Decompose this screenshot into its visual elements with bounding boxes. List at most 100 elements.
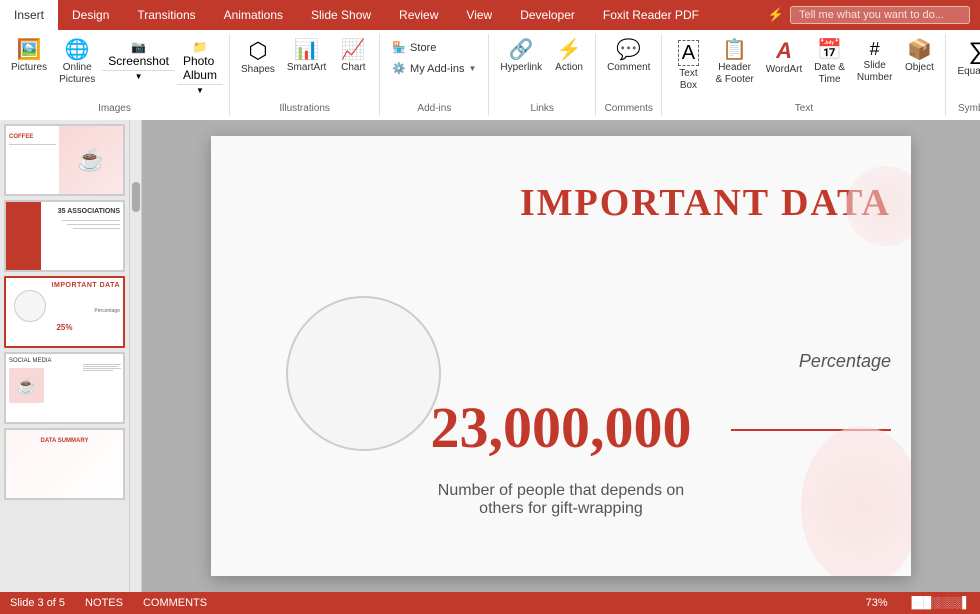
slide-4-content: SOCIAL MEDIA ☕ bbox=[6, 354, 123, 422]
equation-button[interactable]: ∑ Equation bbox=[952, 38, 980, 80]
subtitle-line1: Number of people that depends on bbox=[438, 482, 684, 499]
equation-label: Equation bbox=[957, 66, 980, 78]
addin-vertical-items: 🏪 Store ⚙️ My Add-ins ▼ bbox=[386, 38, 482, 78]
textbox-label: TextBox bbox=[679, 68, 697, 92]
slide-title[interactable]: IMPORTANT DATA bbox=[520, 181, 891, 225]
photo-album-arrow: ▼ bbox=[196, 86, 204, 95]
links-items: 🔗 Hyperlink ⚡ Action bbox=[495, 34, 589, 101]
my-addins-label: My Add-ins bbox=[410, 63, 464, 75]
slide-info: Slide 3 of 5 bbox=[10, 597, 65, 609]
textbox-icon: A bbox=[678, 40, 699, 66]
slide-number-button[interactable]: # SlideNumber bbox=[852, 38, 898, 86]
text-items: A TextBox 📋 Header& Footer A WordArt 📅 D… bbox=[668, 34, 939, 101]
tab-review[interactable]: Review bbox=[385, 0, 452, 30]
ribbon-group-images: 🖼️ Pictures 🌐 OnlinePictures 📷 Screensho… bbox=[0, 34, 230, 116]
my-addins-button[interactable]: ⚙️ My Add-ins ▼ bbox=[386, 59, 482, 78]
links-group-label: Links bbox=[531, 101, 554, 116]
screenshot-dropdown[interactable]: ▼ bbox=[102, 70, 175, 82]
header-footer-label: Header& Footer bbox=[715, 62, 753, 86]
header-footer-button[interactable]: 📋 Header& Footer bbox=[710, 38, 758, 88]
slide-thumb-1[interactable]: 1 ☕ COFFEE bbox=[4, 124, 125, 196]
tab-design[interactable]: Design bbox=[58, 0, 123, 30]
store-icon: 🏪 bbox=[392, 41, 406, 54]
text-group-label: Text bbox=[795, 101, 813, 116]
online-pictures-button[interactable]: 🌐 OnlinePictures bbox=[54, 38, 100, 88]
header-footer-icon: 📋 bbox=[722, 40, 747, 60]
my-addins-arrow: ▼ bbox=[468, 64, 476, 73]
shapes-button[interactable]: ⬡ Shapes bbox=[236, 38, 280, 78]
slide-thumb-5[interactable]: 5 DATA SUMMARY bbox=[4, 428, 125, 500]
slide-thumb-4[interactable]: 4 SOCIAL MEDIA ☕ bbox=[4, 352, 125, 424]
comments-items: 💬 Comment bbox=[602, 34, 655, 101]
ribbon-group-links: 🔗 Hyperlink ⚡ Action Links bbox=[489, 34, 596, 116]
search-input[interactable] bbox=[790, 6, 970, 24]
addins-items: 🏪 Store ⚙️ My Add-ins ▼ bbox=[386, 34, 482, 101]
slide-percentage[interactable]: Percentage bbox=[799, 351, 891, 372]
equation-icon: ∑ bbox=[969, 40, 980, 64]
my-addins-icon: ⚙️ bbox=[392, 62, 406, 75]
slide-panel-scrollbar[interactable] bbox=[130, 120, 142, 592]
comment-icon: 💬 bbox=[616, 40, 641, 60]
slide-number-label: SlideNumber bbox=[857, 60, 893, 84]
action-icon: ⚡ bbox=[557, 40, 582, 60]
slide-panel[interactable]: 1 ☕ COFFEE 2 35 ASSOCIATIONS ⬤ 3 IMP bbox=[0, 120, 130, 592]
ribbon-group-symbols: ∑ Equation Symbols bbox=[946, 34, 980, 116]
photo-album-icon: 📁 bbox=[192, 40, 207, 54]
chart-button[interactable]: 📈 Chart bbox=[333, 38, 373, 76]
slide-big-number[interactable]: 23,000,000 bbox=[211, 394, 911, 461]
tab-transitions[interactable]: Transitions bbox=[123, 0, 209, 30]
screenshot-icon: 📷 bbox=[131, 40, 146, 54]
tab-animations[interactable]: Animations bbox=[210, 0, 297, 30]
ribbon-group-text: A TextBox 📋 Header& Footer A WordArt 📅 D… bbox=[662, 34, 946, 116]
lightning-icon: ⚡ bbox=[768, 7, 784, 23]
pictures-button[interactable]: 🖼️ Pictures bbox=[6, 38, 52, 76]
smartart-icon: 📊 bbox=[294, 40, 319, 60]
tab-foxit[interactable]: Foxit Reader PDF bbox=[589, 0, 713, 30]
chart-icon: 📈 bbox=[341, 40, 366, 60]
photo-album-button[interactable]: 📁 PhotoAlbum ▼ bbox=[177, 38, 223, 96]
comment-button[interactable]: 💬 Comment bbox=[602, 38, 655, 76]
tab-view[interactable]: View bbox=[452, 0, 506, 30]
wordart-button[interactable]: A WordArt bbox=[761, 38, 808, 78]
slide-thumb-2[interactable]: 2 35 ASSOCIATIONS ⬤ bbox=[4, 200, 125, 272]
action-button[interactable]: ⚡ Action bbox=[549, 38, 589, 76]
scrollbar-thumb[interactable] bbox=[132, 182, 140, 212]
smartart-label: SmartArt bbox=[287, 62, 326, 74]
subtitle-line2: others for gift-wrapping bbox=[479, 500, 643, 517]
comments-button[interactable]: COMMENTS bbox=[143, 597, 207, 609]
smartart-button[interactable]: 📊 SmartArt bbox=[282, 38, 331, 76]
notes-button[interactable]: NOTES bbox=[85, 597, 123, 609]
main-area: 1 ☕ COFFEE 2 35 ASSOCIATIONS ⬤ 3 IMP bbox=[0, 120, 980, 592]
status-bar: Slide 3 of 5 NOTES COMMENTS 73% ▐██░░░░▌ bbox=[0, 592, 980, 614]
object-icon: 📦 bbox=[907, 40, 932, 60]
thumb2-bar bbox=[6, 202, 41, 270]
comments-group-label: Comments bbox=[605, 101, 653, 116]
images-group-label: Images bbox=[98, 101, 131, 116]
slide-3-content: IMPORTANT DATA 25% Percentage bbox=[6, 278, 123, 346]
comment-label: Comment bbox=[607, 62, 650, 74]
pictures-label: Pictures bbox=[11, 62, 47, 74]
textbox-button[interactable]: A TextBox bbox=[668, 38, 708, 94]
date-time-button[interactable]: 📅 Date &Time bbox=[809, 38, 850, 88]
zoom-level: 73% bbox=[866, 597, 888, 609]
hyperlink-label: Hyperlink bbox=[500, 62, 542, 74]
symbols-group-label: Symbols bbox=[958, 101, 980, 116]
screenshot-button[interactable]: 📷 Screenshot ▼ bbox=[102, 38, 175, 82]
illustrations-items: ⬡ Shapes 📊 SmartArt 📈 Chart bbox=[236, 34, 373, 101]
slide-number-icon: # bbox=[870, 40, 880, 58]
images-items: 🖼️ Pictures 🌐 OnlinePictures 📷 Screensho… bbox=[6, 34, 223, 101]
slide-canvas[interactable]: IMPORTANT DATA Percentage 23,000,000 Num… bbox=[211, 136, 911, 576]
shapes-icon: ⬡ bbox=[248, 40, 267, 62]
slide-thumb-3[interactable]: 3 IMPORTANT DATA 25% Percentage bbox=[4, 276, 125, 348]
tab-slideshow[interactable]: Slide Show bbox=[297, 0, 385, 30]
date-time-icon: 📅 bbox=[817, 40, 842, 60]
photo-album-dropdown[interactable]: ▼ bbox=[177, 84, 223, 96]
photo-album-top: 📁 PhotoAlbum bbox=[177, 38, 223, 84]
hyperlink-button[interactable]: 🔗 Hyperlink bbox=[495, 38, 547, 76]
zoom-slider[interactable]: ▐██░░░░▌ bbox=[908, 597, 970, 609]
tab-insert[interactable]: Insert bbox=[0, 0, 58, 30]
tab-developer[interactable]: Developer bbox=[506, 0, 589, 30]
wordart-label: WordArt bbox=[766, 64, 803, 76]
object-button[interactable]: 📦 Object bbox=[899, 38, 939, 76]
store-button[interactable]: 🏪 Store bbox=[386, 38, 482, 57]
